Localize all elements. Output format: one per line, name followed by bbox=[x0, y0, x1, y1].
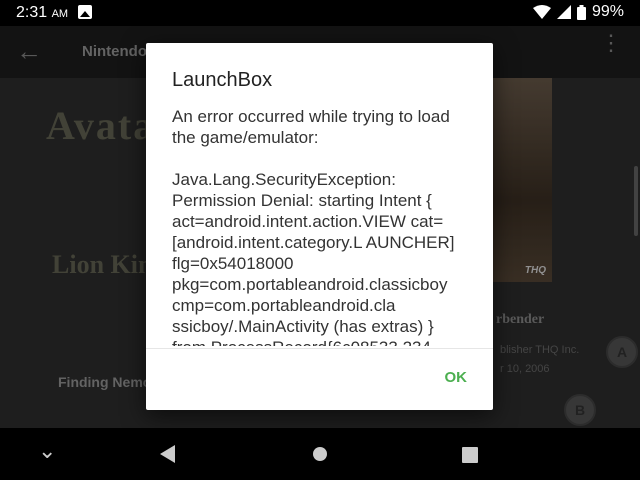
image-notification-icon bbox=[78, 5, 92, 19]
dialog-message[interactable]: An error occurred while trying to load t… bbox=[172, 106, 472, 346]
battery-icon bbox=[576, 4, 586, 20]
ok-button[interactable]: OK bbox=[445, 369, 468, 386]
dialog-divider bbox=[146, 348, 493, 349]
back-icon[interactable] bbox=[160, 445, 175, 463]
recents-icon[interactable] bbox=[462, 447, 478, 463]
status-bar: 2:31 AM 99% bbox=[0, 0, 640, 26]
dialog-title: LaunchBox bbox=[172, 69, 273, 91]
error-details: Java.Lang.SecurityException: Permission … bbox=[172, 170, 455, 346]
signal-icon bbox=[556, 5, 571, 19]
wifi-icon bbox=[532, 5, 551, 19]
navigation-bar: ⌄ bbox=[0, 428, 640, 480]
home-icon[interactable] bbox=[313, 447, 327, 461]
clock: 2:31 AM bbox=[16, 4, 69, 21]
error-dialog: LaunchBox An error occurred while trying… bbox=[146, 43, 493, 410]
battery-percentage: 99% bbox=[591, 3, 624, 20]
error-intro: An error occurred while trying to load t… bbox=[172, 107, 455, 147]
chevron-down-icon[interactable]: ⌄ bbox=[38, 438, 56, 464]
